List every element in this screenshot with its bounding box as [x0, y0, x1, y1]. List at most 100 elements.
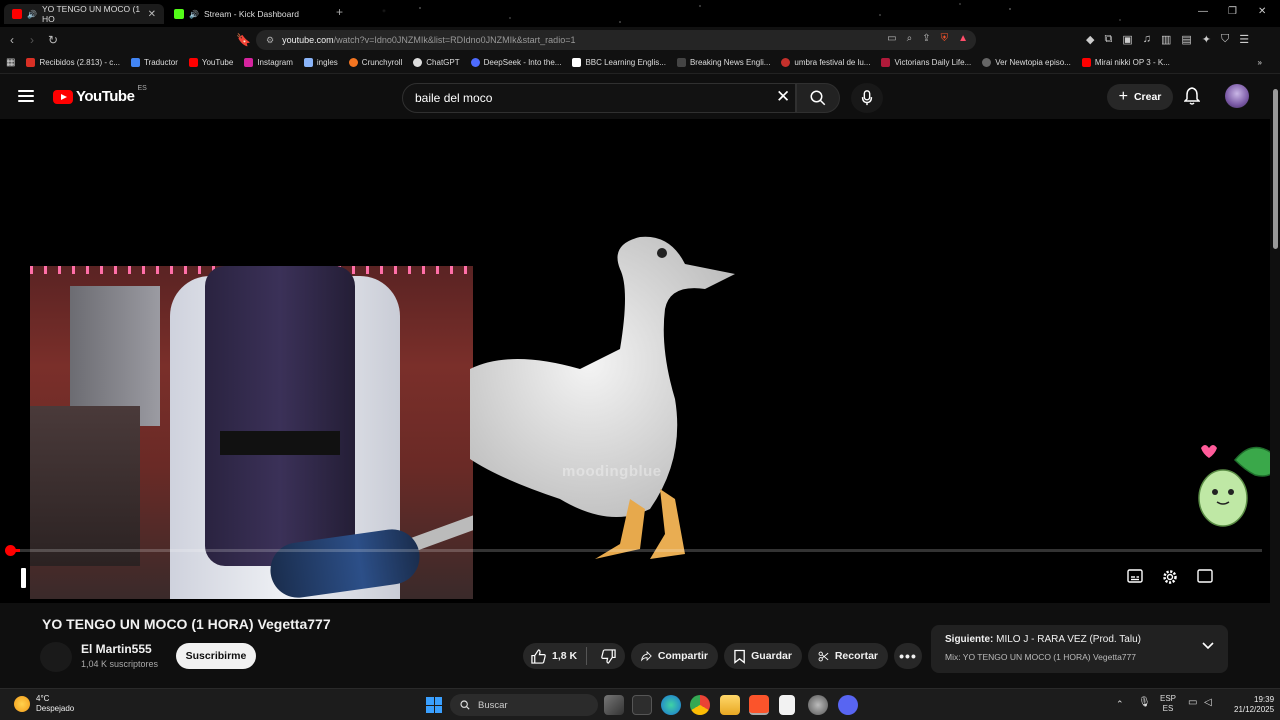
menu-icon[interactable]	[18, 90, 34, 102]
settings-app-icon[interactable]	[808, 695, 828, 715]
notifications-button[interactable]	[1183, 87, 1201, 110]
youtube-logo[interactable]: YouTube ES	[53, 85, 147, 105]
bookmark-item[interactable]: DeepSeek - Into the...	[470, 58, 561, 67]
share-button[interactable]: Compartir	[631, 643, 718, 669]
extension-icon[interactable]: ▣	[1122, 33, 1132, 46]
brave-icon[interactable]	[749, 695, 769, 715]
tab-youtube[interactable]: 🔊 YO TENGO UN MOCO (1 HO ✕	[4, 4, 164, 24]
extensions-puzzle-icon[interactable]: ⧉	[1104, 33, 1112, 46]
site-info-icon[interactable]: ⚙	[266, 35, 274, 46]
page-scrollbar[interactable]	[1270, 75, 1280, 685]
search-button[interactable]	[796, 83, 840, 113]
apps-grid-icon[interactable]: ▦	[6, 57, 15, 68]
address-bar[interactable]: ⚙ youtube.com/watch?v=Idno0JNZMIk&list=R…	[256, 30, 976, 50]
notepad-icon[interactable]	[779, 695, 795, 715]
bookmark-item[interactable]: ChatGPT	[413, 58, 460, 67]
tray-mic-icon[interactable]: 🎙	[1138, 698, 1151, 708]
taskbar-search[interactable]: Buscar	[450, 694, 598, 716]
progress-bar[interactable]	[12, 549, 1262, 552]
bookmark-item[interactable]: Breaking News Engli...	[676, 58, 770, 67]
up-next-label: Siguiente:	[945, 634, 994, 645]
subtitles-icon[interactable]	[1127, 569, 1143, 583]
zoom-icon[interactable]: ⌕	[907, 33, 913, 44]
bookmark-item[interactable]: Crunchyroll	[348, 58, 402, 67]
bookmark-item[interactable]: Victorians Daily Life...	[881, 58, 971, 67]
plus-icon: +	[1118, 88, 1128, 105]
channel-avatar[interactable]	[40, 642, 72, 672]
close-tab-icon[interactable]: ✕	[148, 9, 156, 20]
scrollbar-thumb[interactable]	[1273, 89, 1278, 249]
close-window-icon[interactable]: ✕	[1258, 6, 1266, 17]
system-clock[interactable]: 19:39 21/12/2025	[1234, 695, 1274, 715]
minimize-icon[interactable]: —	[1198, 6, 1208, 17]
dislike-button[interactable]	[593, 648, 625, 664]
clip-button[interactable]: Recortar	[808, 643, 888, 669]
file-explorer-icon[interactable]	[720, 695, 740, 715]
settings-gear-icon[interactable]	[1162, 569, 1178, 585]
like-count: 1,8 K	[552, 650, 578, 662]
bookmarks-bar: ▦ Recibidos (2.813) - c... Traductor You…	[0, 52, 1280, 74]
leo-ai-icon[interactable]: ✦	[1202, 33, 1211, 46]
play-pause-button[interactable]	[21, 568, 26, 588]
clear-search-icon[interactable]: ✕	[776, 87, 790, 107]
more-actions-button[interactable]: •••	[894, 643, 922, 669]
media-icon[interactable]: ♫	[1143, 33, 1151, 46]
tab-kick[interactable]: 🔊 Stream - Kick Dashboard	[166, 4, 326, 24]
chrome-icon[interactable]	[690, 695, 710, 715]
video-player[interactable]: moodingblue	[0, 119, 1270, 603]
chevron-down-icon[interactable]	[1202, 642, 1214, 650]
account-avatar[interactable]	[1225, 84, 1249, 108]
cast-icon[interactable]: ▭	[887, 33, 896, 44]
weather-widget[interactable]: 4°C Despejado	[14, 694, 74, 714]
subscribe-button[interactable]: Suscribirme	[176, 643, 256, 669]
brave-shield-icon[interactable]: ⛨	[941, 33, 949, 44]
more-bookmarks-icon[interactable]: »	[1258, 58, 1262, 67]
search-box[interactable]	[402, 83, 796, 113]
extension-icon[interactable]: ◆	[1086, 33, 1094, 46]
widgets-icon[interactable]	[632, 695, 652, 715]
bookmark-item[interactable]: Ver Newtopia episo...	[982, 58, 1071, 67]
bookmark-item[interactable]: YouTube	[188, 58, 233, 67]
discord-icon[interactable]	[838, 695, 858, 715]
brave-rewards-icon[interactable]: ▲	[958, 33, 968, 44]
share-page-icon[interactable]: ⇪	[922, 33, 930, 44]
back-icon[interactable]: ‹	[10, 33, 14, 47]
windows-start-icon[interactable]	[426, 697, 442, 713]
network-icon[interactable]: ▭	[1188, 698, 1197, 708]
like-button[interactable]: 1,8 K	[523, 648, 580, 664]
new-tab-button[interactable]: +	[336, 5, 343, 19]
speaker-icon: 🔊	[27, 9, 37, 19]
clock-time: 19:39	[1254, 695, 1275, 704]
bookmark-item[interactable]: Recibidos (2.813) - c...	[26, 58, 120, 67]
bookmark-item[interactable]: Mirai nikki OP 3 - K...	[1081, 58, 1170, 67]
language-indicator[interactable]: ESP ES	[1160, 694, 1176, 714]
volume-icon[interactable]: ◁	[1204, 698, 1212, 708]
browser-tab-bar: 🔊 YO TENGO UN MOCO (1 HO ✕ 🔊 Stream - Ki…	[0, 0, 1280, 27]
bookmark-item[interactable]: umbra festival de lu...	[781, 58, 870, 67]
bookmark-item[interactable]: Instagram	[244, 58, 293, 67]
bookmark-page-icon[interactable]: 🔖	[236, 33, 251, 47]
wallet-icon[interactable]: ▤	[1181, 33, 1191, 46]
save-button[interactable]: Guardar	[724, 643, 802, 669]
miniplayer-icon[interactable]	[1197, 569, 1213, 583]
subscriber-count: 1,04 K suscriptores	[81, 659, 159, 669]
bookmark-item[interactable]: BBC Learning Englis...	[572, 58, 666, 67]
vpn-icon[interactable]: ⛉	[1221, 33, 1229, 46]
sidebar-icon[interactable]: ▥	[1161, 33, 1171, 46]
bookmark-item[interactable]: ingles	[303, 58, 338, 67]
channel-name[interactable]: El Martin555	[81, 642, 152, 656]
bookmark-item[interactable]: Traductor	[130, 58, 178, 67]
maximize-icon[interactable]: ❐	[1228, 6, 1237, 17]
progress-scrubber[interactable]	[5, 545, 16, 556]
browser-menu-icon[interactable]: ☰	[1239, 33, 1249, 46]
reload-icon[interactable]: ↻	[48, 33, 58, 47]
search-input[interactable]	[415, 91, 755, 105]
tray-overflow-icon[interactable]: ⌃	[1116, 699, 1124, 709]
sun-icon	[14, 696, 30, 712]
task-view-icon[interactable]	[604, 695, 624, 715]
voice-search-button[interactable]	[851, 83, 883, 113]
create-button[interactable]: + Crear	[1107, 84, 1173, 110]
forward-icon[interactable]: ›	[30, 33, 34, 47]
up-next-card[interactable]: Siguiente: MILO J - RARA VEZ (Prod. Talu…	[931, 625, 1228, 673]
edge-icon[interactable]	[661, 695, 681, 715]
